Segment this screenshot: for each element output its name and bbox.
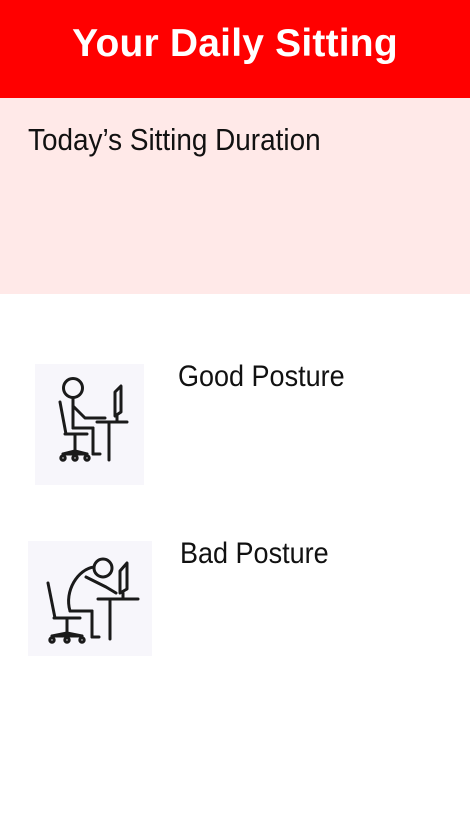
good-posture-icon: [35, 364, 144, 485]
bad-posture-icon: [28, 541, 152, 656]
app-header: Your Daily Sitting: [0, 0, 470, 98]
sitting-duration-title: Today’s Sitting Duration: [28, 122, 321, 157]
sitting-duration-panel: Today’s Sitting Duration: [0, 98, 470, 294]
bad-posture-label: Bad Posture: [180, 537, 329, 570]
good-posture-label: Good Posture: [178, 360, 345, 393]
page-title: Your Daily Sitting: [72, 22, 398, 65]
app-screen: Your Daily Sitting Today’s Sitting Durat…: [0, 0, 470, 835]
